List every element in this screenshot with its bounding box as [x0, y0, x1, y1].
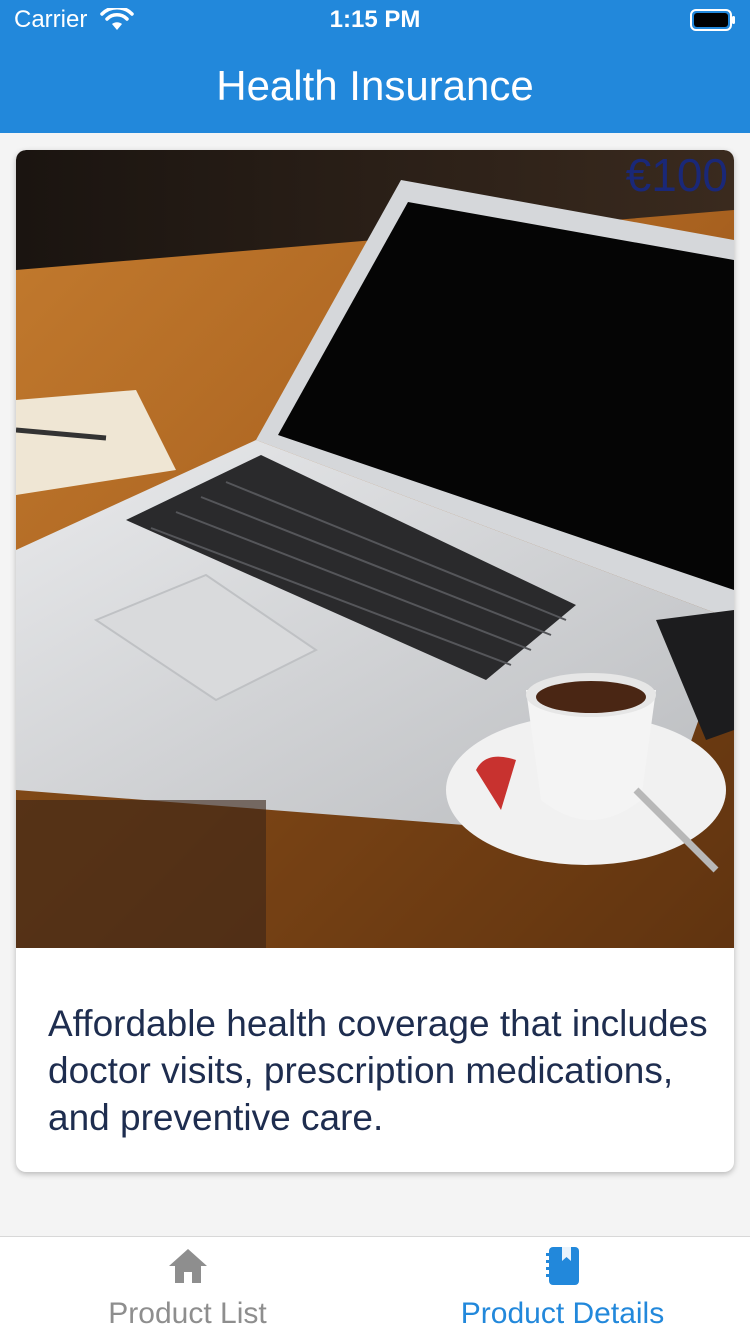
notebook-icon: [546, 1247, 579, 1285]
product-description: Affordable health coverage that includes…: [48, 1003, 708, 1138]
price-label: €100: [625, 150, 728, 201]
status-bar: Carrier 1:15 PM: [0, 0, 750, 40]
status-time: 1:15 PM: [329, 6, 421, 33]
battery-icon: [690, 9, 735, 31]
tab-product-details[interactable]: Product Details: [375, 1237, 750, 1334]
tab-label-product-list: Product List: [108, 1297, 267, 1330]
page-title: Health Insurance: [216, 62, 534, 109]
app-header: Carrier 1:15 PM Health Insurance: [0, 0, 750, 133]
tab-bar: Product List Product Details: [0, 1236, 750, 1334]
tab-label-product-details: Product Details: [460, 1297, 665, 1330]
tab-product-list[interactable]: Product List: [0, 1237, 375, 1334]
product-image: €100: [16, 150, 734, 948]
home-icon: [169, 1249, 207, 1283]
product-card: €100 Affordable health coverage that inc…: [16, 150, 734, 1172]
